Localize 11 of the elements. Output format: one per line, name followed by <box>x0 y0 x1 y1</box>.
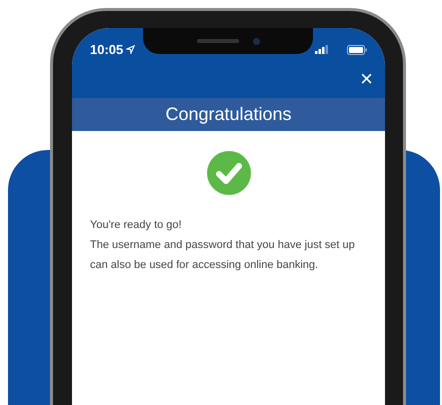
message-text: The username and password that you have just set up can also be used for accessing online banking. <box>90 238 356 273</box>
speaker-grille <box>196 39 238 43</box>
success-check-icon <box>206 151 250 195</box>
battery-icon <box>347 44 367 54</box>
signal-icon <box>315 45 329 54</box>
camera-lens <box>252 38 260 44</box>
close-button[interactable]: × <box>360 68 373 90</box>
location-arrow-icon <box>126 45 136 54</box>
message-heading: You're ready to go! <box>90 218 183 233</box>
page-title: Congratulations <box>165 103 292 126</box>
status-time: 10:05 <box>90 40 124 59</box>
